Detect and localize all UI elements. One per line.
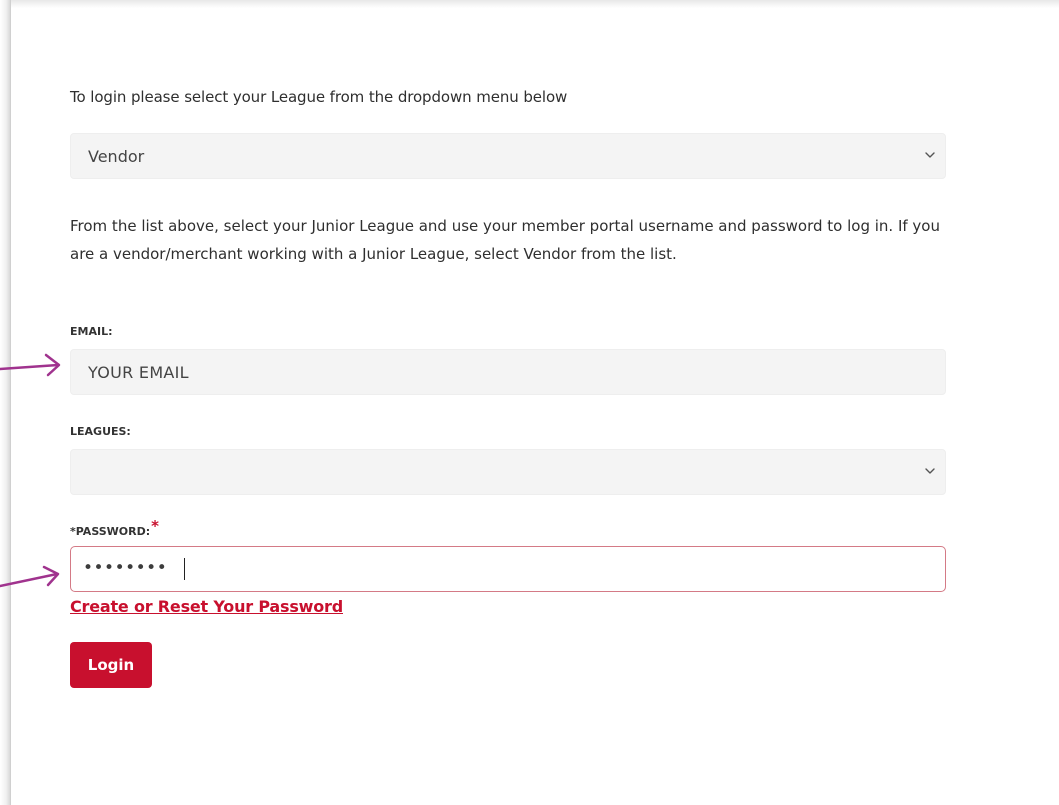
leagues-select[interactable] [70,449,946,495]
window-left-edge [0,0,11,805]
annotation-arrow-icon [0,565,60,588]
leagues-label: LEAGUES: [70,425,131,438]
league-select[interactable]: Vendor [70,133,946,179]
reset-password-link[interactable]: Create or Reset Your Password [70,597,343,616]
required-marker: * [151,517,160,535]
login-button[interactable]: Login [70,642,152,688]
password-label: *PASSWORD:* [70,517,159,539]
email-field[interactable]: YOUR EMAIL [70,349,946,395]
chevron-down-icon [925,152,935,158]
password-field-value: •••••••• [83,558,168,578]
password-field[interactable]: •••••••• [70,546,946,592]
intro-text: To login please select your League from … [70,88,568,106]
chevron-down-icon [925,468,935,474]
window-top-edge [11,0,1059,8]
password-label-text: *PASSWORD: [70,525,151,538]
annotation-arrow-icon [0,353,61,377]
email-field-value: YOUR EMAIL [88,363,189,382]
league-select-value: Vendor [88,147,145,166]
email-label: EMAIL: [70,325,113,338]
instructions-text: From the list above, select your Junior … [70,217,940,263]
text-cursor [184,558,185,580]
